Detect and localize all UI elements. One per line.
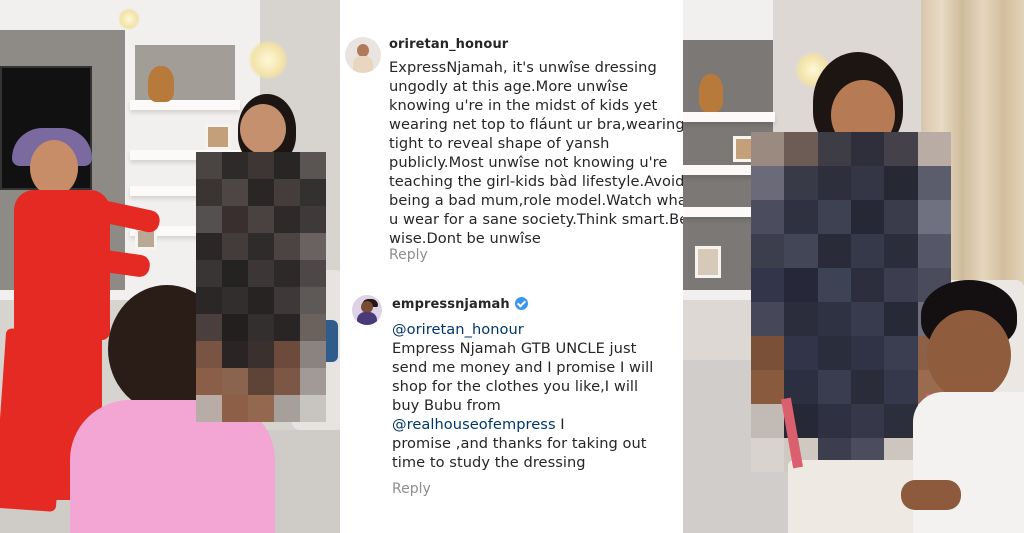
comment-text-line: teaching the girl-kids bàd lifestyle.Avo…: [389, 173, 685, 190]
comment-text-line: buy Bubu from: [392, 397, 501, 414]
picture-frame: [205, 124, 231, 150]
comment-text-line: promise ,and thanks for taking out: [392, 435, 647, 452]
censor-pixelation: [196, 152, 326, 422]
vase: [148, 66, 174, 102]
reply-button[interactable]: Reply: [392, 481, 431, 497]
comment-username-link[interactable]: empressnjamah: [392, 297, 510, 312]
comment-text-line: being a bad mum,role model.Watch what: [389, 192, 693, 209]
comment-text-line: time to study the dressing: [392, 454, 586, 471]
comment-item: empressnjamah @oriretan_honour Empress N…: [340, 280, 683, 533]
comment-text-line: wise.Dont be unwîse: [389, 230, 541, 247]
comment-text-line: tight to reveal shape of yansh: [389, 135, 610, 152]
comment-username: empressnjamah: [392, 297, 528, 312]
user-avatar-icon[interactable]: [345, 37, 381, 73]
comment-text-line: u wear for a sane society.Think smart.Bé: [389, 211, 689, 228]
comment-text-line: knowing u're in the midst of kids yet: [389, 97, 658, 114]
comment-text-line: Empress Njamah GTB UNCLE just: [392, 340, 637, 357]
comment-text-line: ExpressNjamah, it's unwîse dressing: [389, 59, 657, 76]
comment-item: oriretan_honour ExpressNjamah, it's unwî…: [340, 0, 693, 280]
comment-text-line: I: [555, 416, 565, 433]
user-avatar-icon[interactable]: [352, 295, 382, 325]
left-photo: [0, 0, 340, 533]
reply-button[interactable]: Reply: [389, 247, 428, 263]
comment-text-line: wearing net top to fláunt ur bra,wearing: [389, 116, 685, 133]
right-photo: [683, 0, 1024, 533]
comment-text: ExpressNjamah, it's unwîse dressing ungo…: [389, 58, 693, 248]
comment-text-line: publicly.Most unwîse not knowing u're: [389, 154, 668, 171]
comment-text-line: shop for the clothes you like,I will: [392, 378, 639, 395]
mention-link[interactable]: @realhouseofempress: [392, 416, 556, 433]
verified-badge-icon: [514, 297, 528, 310]
mention-link[interactable]: @oriretan_honour: [392, 320, 653, 339]
comment-text-line: ungodly at this age.More unwîse: [389, 78, 629, 95]
vase: [699, 74, 723, 112]
comment-text: @oriretan_honour Empress Njamah GTB UNCL…: [392, 320, 653, 472]
comment-username[interactable]: oriretan_honour: [389, 37, 508, 52]
comment-text-line: send me money and I promise I will: [392, 359, 654, 376]
comments-panel: oriretan_honour ExpressNjamah, it's unwî…: [340, 0, 693, 533]
